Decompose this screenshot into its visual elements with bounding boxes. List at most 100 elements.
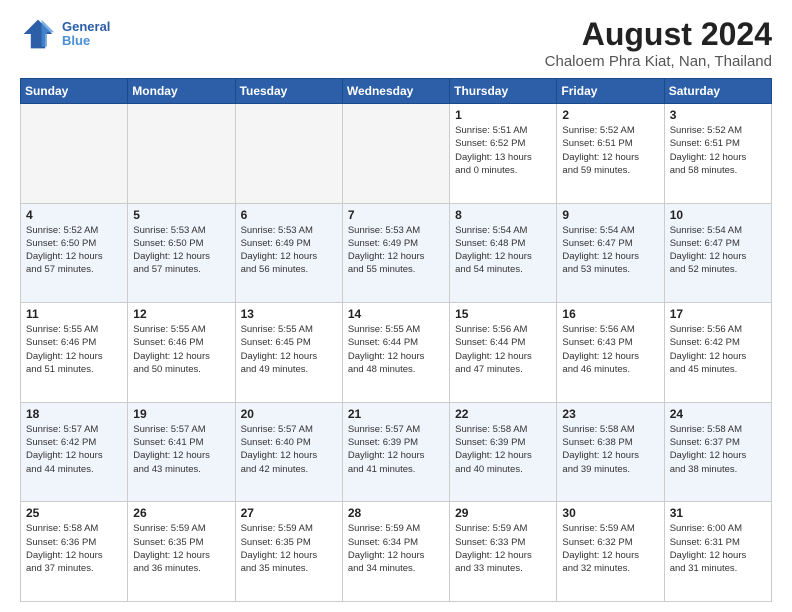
- calendar-cell: 15Sunrise: 5:56 AM Sunset: 6:44 PM Dayli…: [450, 303, 557, 403]
- logo-line1: General: [62, 20, 110, 34]
- day-number: 30: [562, 506, 658, 520]
- day-info: Sunrise: 5:58 AM Sunset: 6:39 PM Dayligh…: [455, 423, 551, 476]
- day-number: 21: [348, 407, 444, 421]
- calendar-cell: [342, 104, 449, 204]
- day-number: 17: [670, 307, 766, 321]
- day-number: 10: [670, 208, 766, 222]
- calendar-table: SundayMondayTuesdayWednesdayThursdayFrid…: [20, 78, 772, 602]
- day-number: 6: [241, 208, 337, 222]
- day-header-wednesday: Wednesday: [342, 79, 449, 104]
- day-info: Sunrise: 5:58 AM Sunset: 6:38 PM Dayligh…: [562, 423, 658, 476]
- calendar-header-row: SundayMondayTuesdayWednesdayThursdayFrid…: [21, 79, 772, 104]
- day-number: 1: [455, 108, 551, 122]
- day-number: 23: [562, 407, 658, 421]
- day-number: 26: [133, 506, 229, 520]
- day-number: 25: [26, 506, 122, 520]
- day-number: 2: [562, 108, 658, 122]
- day-number: 7: [348, 208, 444, 222]
- day-info: Sunrise: 5:53 AM Sunset: 6:49 PM Dayligh…: [348, 224, 444, 277]
- calendar-subtitle: Chaloem Phra Kiat, Nan, Thailand: [545, 53, 772, 70]
- day-info: Sunrise: 5:55 AM Sunset: 6:45 PM Dayligh…: [241, 323, 337, 376]
- day-info: Sunrise: 5:53 AM Sunset: 6:49 PM Dayligh…: [241, 224, 337, 277]
- calendar-week-1: 1 Sunrise: 5:51 AM Sunset: 6:52 PM Daylig…: [21, 104, 772, 204]
- day-number: 9: [562, 208, 658, 222]
- day-info: Sunrise: 5:51 AM Sunset: 6:52 PM Dayligh…: [455, 124, 551, 177]
- calendar-cell: 3 Sunrise: 5:52 AM Sunset: 6:51 PM Daylig…: [664, 104, 771, 204]
- logo-text: General Blue: [62, 20, 110, 49]
- calendar-cell: 1 Sunrise: 5:51 AM Sunset: 6:52 PM Daylig…: [450, 104, 557, 204]
- calendar-week-4: 18 Sunrise: 5:57 AM Sunset: 6:42 PM Dayli…: [21, 402, 772, 502]
- page: General Blue August 2024 Chaloem Phra Ki…: [0, 0, 792, 612]
- title-block: August 2024 Chaloem Phra Kiat, Nan, Thai…: [545, 16, 772, 70]
- day-info: Sunrise: 5:52 AM Sunset: 6:50 PM Dayligh…: [26, 224, 122, 277]
- day-number: 19: [133, 407, 229, 421]
- day-number: 3: [670, 108, 766, 122]
- calendar-cell: [21, 104, 128, 204]
- calendar-cell: 24 Sunrise: 5:58 AM Sunset: 6:37 PM Dayli…: [664, 402, 771, 502]
- header: General Blue August 2024 Chaloem Phra Ki…: [20, 16, 772, 70]
- day-number: 24: [670, 407, 766, 421]
- day-info: Sunrise: 5:59 AM Sunset: 6:35 PM Dayligh…: [133, 522, 229, 575]
- day-number: 5: [133, 208, 229, 222]
- day-number: 18: [26, 407, 122, 421]
- day-info: Sunrise: 5:58 AM Sunset: 6:37 PM Dayligh…: [670, 423, 766, 476]
- day-info: Sunrise: 5:59 AM Sunset: 6:32 PM Dayligh…: [562, 522, 658, 575]
- calendar-cell: 30 Sunrise: 5:59 AM Sunset: 6:32 PM Dayli…: [557, 502, 664, 602]
- day-info: Sunrise: 5:58 AM Sunset: 6:36 PM Dayligh…: [26, 522, 122, 575]
- day-number: 28: [348, 506, 444, 520]
- day-number: 27: [241, 506, 337, 520]
- logo-icon: [20, 16, 56, 52]
- day-number: 22: [455, 407, 551, 421]
- calendar-cell: 6 Sunrise: 5:53 AM Sunset: 6:49 PM Daylig…: [235, 203, 342, 303]
- calendar-cell: 28 Sunrise: 5:59 AM Sunset: 6:34 PM Dayli…: [342, 502, 449, 602]
- calendar-cell: 8Sunrise: 5:54 AM Sunset: 6:48 PM Daylig…: [450, 203, 557, 303]
- logo-line2: Blue: [62, 34, 110, 48]
- calendar-cell: 19Sunrise: 5:57 AM Sunset: 6:41 PM Dayli…: [128, 402, 235, 502]
- day-number: 4: [26, 208, 122, 222]
- day-info: Sunrise: 5:55 AM Sunset: 6:46 PM Dayligh…: [26, 323, 122, 376]
- calendar-cell: 31 Sunrise: 6:00 AM Sunset: 6:31 PM Dayli…: [664, 502, 771, 602]
- calendar-cell: 26 Sunrise: 5:59 AM Sunset: 6:35 PM Dayli…: [128, 502, 235, 602]
- calendar-cell: 14 Sunrise: 5:55 AM Sunset: 6:44 PM Dayli…: [342, 303, 449, 403]
- calendar-cell: [128, 104, 235, 204]
- calendar-cell: 29 Sunrise: 5:59 AM Sunset: 6:33 PM Dayli…: [450, 502, 557, 602]
- day-number: 14: [348, 307, 444, 321]
- calendar-cell: 13 Sunrise: 5:55 AM Sunset: 6:45 PM Dayli…: [235, 303, 342, 403]
- day-info: Sunrise: 5:52 AM Sunset: 6:51 PM Dayligh…: [562, 124, 658, 177]
- calendar-cell: 17 Sunrise: 5:56 AM Sunset: 6:42 PM Dayli…: [664, 303, 771, 403]
- calendar-cell: 5 Sunrise: 5:53 AM Sunset: 6:50 PM Daylig…: [128, 203, 235, 303]
- calendar-cell: [235, 104, 342, 204]
- day-info: Sunrise: 5:55 AM Sunset: 6:44 PM Dayligh…: [348, 323, 444, 376]
- calendar-cell: 25 Sunrise: 5:58 AM Sunset: 6:36 PM Dayli…: [21, 502, 128, 602]
- day-info: Sunrise: 5:56 AM Sunset: 6:43 PM Dayligh…: [562, 323, 658, 376]
- day-number: 13: [241, 307, 337, 321]
- day-number: 31: [670, 506, 766, 520]
- calendar-cell: 22 Sunrise: 5:58 AM Sunset: 6:39 PM Dayli…: [450, 402, 557, 502]
- day-info: Sunrise: 5:54 AM Sunset: 6:47 PM Dayligh…: [562, 224, 658, 277]
- day-info: Sunrise: 5:57 AM Sunset: 6:40 PM Dayligh…: [241, 423, 337, 476]
- day-info: Sunrise: 5:59 AM Sunset: 6:35 PM Dayligh…: [241, 522, 337, 575]
- calendar-cell: 4 Sunrise: 5:52 AM Sunset: 6:50 PM Daylig…: [21, 203, 128, 303]
- day-info: Sunrise: 5:59 AM Sunset: 6:33 PM Dayligh…: [455, 522, 551, 575]
- calendar-week-2: 4 Sunrise: 5:52 AM Sunset: 6:50 PM Daylig…: [21, 203, 772, 303]
- day-info: Sunrise: 5:56 AM Sunset: 6:42 PM Dayligh…: [670, 323, 766, 376]
- day-number: 29: [455, 506, 551, 520]
- day-header-thursday: Thursday: [450, 79, 557, 104]
- calendar-cell: 18 Sunrise: 5:57 AM Sunset: 6:42 PM Dayli…: [21, 402, 128, 502]
- day-info: Sunrise: 5:59 AM Sunset: 6:34 PM Dayligh…: [348, 522, 444, 575]
- calendar-cell: 9 Sunrise: 5:54 AM Sunset: 6:47 PM Daylig…: [557, 203, 664, 303]
- calendar-week-5: 25 Sunrise: 5:58 AM Sunset: 6:36 PM Dayli…: [21, 502, 772, 602]
- calendar-week-3: 11Sunrise: 5:55 AM Sunset: 6:46 PM Dayli…: [21, 303, 772, 403]
- day-info: Sunrise: 5:55 AM Sunset: 6:46 PM Dayligh…: [133, 323, 229, 376]
- calendar-cell: 23 Sunrise: 5:58 AM Sunset: 6:38 PM Dayli…: [557, 402, 664, 502]
- day-number: 20: [241, 407, 337, 421]
- calendar-cell: 21Sunrise: 5:57 AM Sunset: 6:39 PM Dayli…: [342, 402, 449, 502]
- day-number: 8: [455, 208, 551, 222]
- day-header-friday: Friday: [557, 79, 664, 104]
- day-info: Sunrise: 5:53 AM Sunset: 6:50 PM Dayligh…: [133, 224, 229, 277]
- calendar-cell: 12Sunrise: 5:55 AM Sunset: 6:46 PM Dayli…: [128, 303, 235, 403]
- day-info: Sunrise: 5:57 AM Sunset: 6:42 PM Dayligh…: [26, 423, 122, 476]
- day-info: Sunrise: 6:00 AM Sunset: 6:31 PM Dayligh…: [670, 522, 766, 575]
- calendar-cell: 11Sunrise: 5:55 AM Sunset: 6:46 PM Dayli…: [21, 303, 128, 403]
- day-info: Sunrise: 5:52 AM Sunset: 6:51 PM Dayligh…: [670, 124, 766, 177]
